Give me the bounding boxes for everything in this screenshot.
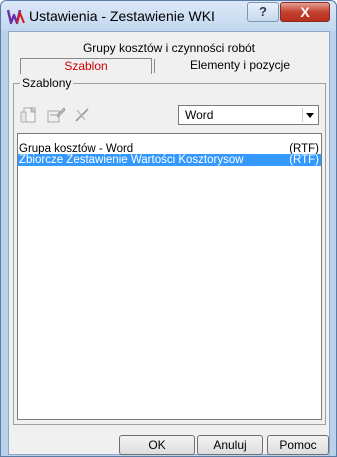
templates-group: Szablony Word Grupa kosztów - Word (RTF)… — [13, 76, 326, 425]
templates-list[interactable]: Grupa kosztów - Word (RTF) Zbiorcze Zest… — [17, 133, 322, 420]
tab-strip: Szablon Elementy i pozycje — [10, 58, 328, 75]
help-button[interactable]: Pomoc — [267, 435, 329, 455]
delete-template-icon[interactable] — [72, 106, 92, 124]
templates-group-label: Szablony — [20, 76, 74, 90]
app-logo-icon — [7, 9, 25, 25]
tab-template[interactable]: Szablon — [20, 58, 152, 74]
ok-button[interactable]: OK — [119, 435, 195, 455]
tab-cost-groups[interactable]: Grupy kosztów i czynności robót — [10, 41, 328, 58]
list-item[interactable]: Zbiorcze Zestawienie Wartości Kosztoryso… — [18, 154, 321, 166]
settings-window: Ustawienia - Zestawienie WKI ? X Grupy k… — [0, 0, 337, 457]
tab-divider — [154, 59, 155, 73]
format-select[interactable]: Word — [178, 105, 319, 125]
cancel-button[interactable]: Anuluj — [197, 435, 263, 455]
title-bar[interactable]: Ustawienia - Zestawienie WKI ? X — [1, 1, 336, 31]
list-item-name: Zbiorcze Zestawienie Wartości Kosztoryso… — [19, 154, 244, 166]
list-item-format: (RTF) — [289, 154, 319, 166]
new-template-icon[interactable] — [20, 106, 40, 124]
help-title-button[interactable]: ? — [247, 2, 279, 22]
close-button[interactable]: X — [280, 2, 330, 22]
tab-elements-positions[interactable]: Elementy i pozycje — [160, 58, 320, 74]
edit-template-icon[interactable] — [46, 106, 66, 124]
format-select-value: Word — [185, 108, 214, 122]
chevron-down-icon[interactable] — [302, 108, 316, 122]
window-title: Ustawienia - Zestawienie WKI — [29, 8, 215, 24]
dialog-body: Grupy kosztów i czynności robót Szablon … — [8, 31, 330, 455]
